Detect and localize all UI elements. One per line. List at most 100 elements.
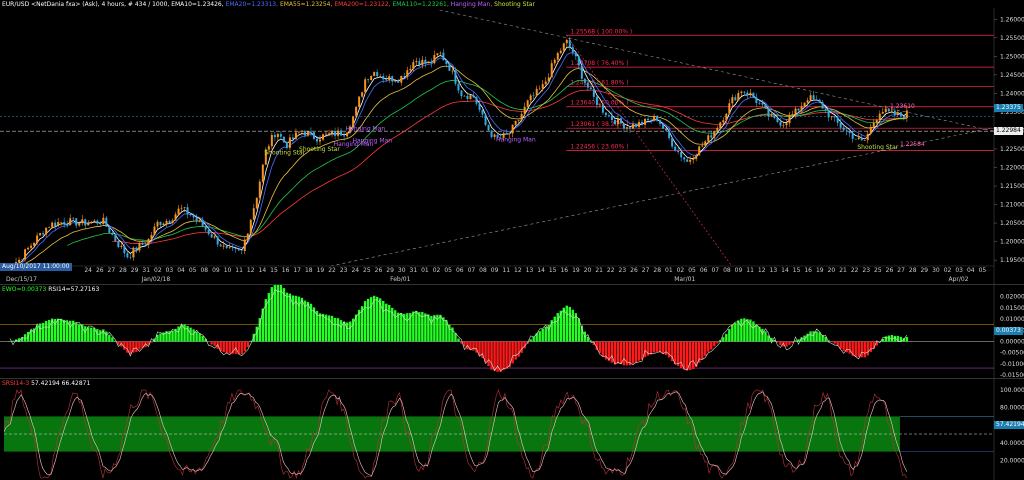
candle-body bbox=[716, 128, 718, 131]
ewo-bar bbox=[150, 342, 152, 343]
ewo-bar bbox=[812, 331, 814, 341]
candle-body bbox=[190, 214, 192, 215]
day-tick-label: 05 bbox=[444, 267, 452, 274]
ewo-bar bbox=[442, 317, 444, 341]
candle-body bbox=[81, 219, 83, 223]
ewo-bar bbox=[99, 330, 101, 341]
ewo-bar bbox=[247, 342, 249, 348]
ewo-chart[interactable]: 0.020000.015000.010000.005000.00000-0.00… bbox=[0, 285, 1024, 379]
ewo-bar bbox=[815, 331, 817, 341]
ewo-bar bbox=[244, 342, 246, 352]
ewo-bar bbox=[653, 342, 655, 353]
srsi-chart[interactable]: 100.0000080.0000060.0000040.0000020.0000… bbox=[0, 379, 1024, 480]
candle-body bbox=[472, 95, 474, 97]
ewo-bar bbox=[517, 342, 519, 357]
ewo-bar bbox=[337, 318, 339, 341]
candle-body bbox=[36, 236, 38, 243]
candle-body bbox=[680, 152, 682, 157]
ewo-bar bbox=[286, 293, 288, 342]
candle-body bbox=[274, 135, 276, 137]
candle-body bbox=[184, 207, 186, 208]
candle-body bbox=[138, 243, 140, 250]
candle-body bbox=[743, 92, 745, 93]
candle-body bbox=[178, 209, 180, 215]
srsi-tick-label: 100.00000 bbox=[1000, 387, 1024, 394]
ema200-line bbox=[112, 90, 907, 243]
candle-body bbox=[554, 60, 556, 64]
candle-body bbox=[430, 61, 432, 63]
candle-body bbox=[54, 223, 56, 226]
ewo-panel[interactable]: EWO=0.00373 RSI14=57.27163 0.020000.0150… bbox=[0, 284, 1024, 379]
ewo-bar bbox=[105, 332, 107, 342]
day-tick-label: 22 bbox=[851, 267, 859, 274]
candle-body bbox=[795, 109, 797, 115]
candle-body bbox=[698, 146, 700, 155]
candle-body bbox=[424, 60, 426, 63]
candle-body bbox=[822, 102, 824, 109]
candle-body bbox=[316, 139, 318, 142]
month-label: Mar/01 bbox=[674, 276, 695, 283]
candle-body bbox=[147, 239, 149, 245]
day-tick-label: 31 bbox=[142, 267, 150, 274]
candle-body bbox=[647, 119, 649, 120]
day-tick-label: 24 bbox=[84, 267, 92, 274]
ewo-bar bbox=[180, 325, 182, 342]
day-tick-label: 21 bbox=[839, 267, 847, 274]
candle-body bbox=[280, 134, 282, 137]
ewo-bar bbox=[629, 342, 631, 366]
day-tick-label: 16 bbox=[560, 267, 568, 274]
candle-body bbox=[548, 77, 550, 81]
ewo-bar bbox=[740, 319, 742, 342]
srsi-value-tag: 57.42194 bbox=[994, 421, 1024, 429]
ewo-bar bbox=[502, 342, 504, 371]
day-tick-label: 06 bbox=[700, 267, 708, 274]
candle-body bbox=[665, 129, 667, 131]
pattern-label: Shooting Star bbox=[857, 144, 898, 151]
candle-body bbox=[798, 109, 800, 111]
candle-body bbox=[262, 165, 264, 182]
srsi-panel[interactable]: SRSI14-3 57.42194 66.42871 100.0000080.0… bbox=[0, 378, 1024, 480]
ewo-bar bbox=[858, 342, 860, 357]
ewo-bar bbox=[156, 335, 158, 342]
candle-body bbox=[18, 260, 20, 262]
ewo-bar bbox=[755, 324, 757, 341]
price-panel[interactable]: EUR/USD <NetDania fxa> (Ask), 4 hours, #… bbox=[0, 0, 1024, 284]
candle-body bbox=[403, 76, 405, 77]
candle-body bbox=[241, 250, 243, 251]
price-tick-label: 1.20000 bbox=[1000, 239, 1024, 246]
candle-body bbox=[515, 121, 517, 125]
ewo-bar bbox=[75, 323, 77, 341]
candle-body bbox=[33, 243, 35, 246]
price-chart[interactable]: 1.25568 ( 100.00% )1.24708 ( 76.40% )1.2… bbox=[0, 0, 1024, 284]
candle-body bbox=[30, 246, 32, 248]
cursor-price-tag: 1.22984 bbox=[994, 127, 1023, 135]
ewo-bar bbox=[298, 297, 300, 342]
candle-body bbox=[551, 63, 553, 77]
day-tick-label: 21 bbox=[595, 267, 603, 274]
ewo-bar bbox=[60, 319, 62, 342]
ewo-bar bbox=[331, 316, 333, 342]
ewo-bar bbox=[24, 334, 26, 341]
candle-body bbox=[304, 131, 306, 135]
candle-body bbox=[629, 127, 631, 128]
candle-body bbox=[298, 132, 300, 133]
candle-body bbox=[60, 222, 62, 223]
candle-body bbox=[740, 92, 742, 93]
ewo-bar bbox=[192, 329, 194, 341]
ewo-bar bbox=[159, 334, 161, 342]
ewo-bar bbox=[36, 326, 38, 342]
candle-body bbox=[66, 224, 68, 225]
candle-body bbox=[572, 47, 574, 52]
candle-body bbox=[364, 79, 366, 92]
candle-body bbox=[391, 76, 393, 81]
candle-body bbox=[590, 88, 592, 89]
ewo-bar bbox=[707, 342, 709, 352]
day-tick-label: 03 bbox=[166, 267, 174, 274]
ewo-bar bbox=[677, 342, 679, 366]
candle-body bbox=[674, 147, 676, 151]
candle-body bbox=[295, 132, 297, 138]
candle-body bbox=[755, 97, 757, 103]
day-tick-label: 26 bbox=[630, 267, 638, 274]
candle-body bbox=[400, 76, 402, 83]
candle-body bbox=[214, 236, 216, 237]
